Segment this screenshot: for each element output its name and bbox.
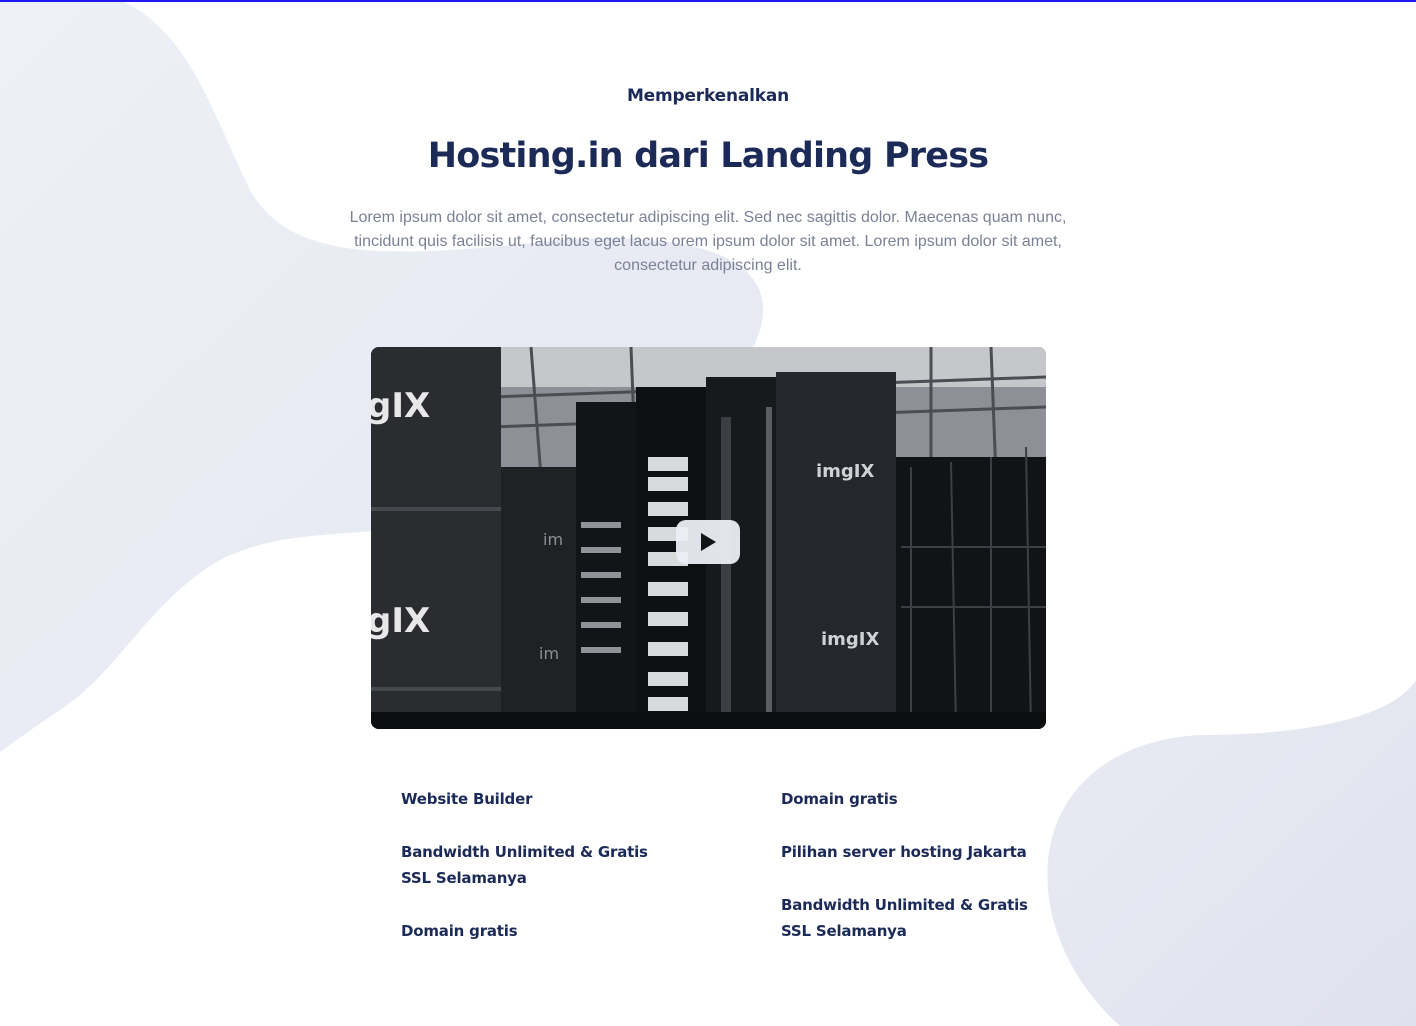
feature-item: Website Builder xyxy=(401,790,533,808)
feature-column-right: Domain gratis Pilihan server hosting Jak… xyxy=(781,786,1041,971)
play-button[interactable] xyxy=(676,520,740,564)
top-accent-line xyxy=(0,0,1416,2)
svg-text:im: im xyxy=(539,644,559,663)
svg-text:imgIX: imgIX xyxy=(816,461,875,482)
svg-text:imgIX: imgIX xyxy=(821,629,880,650)
feature-item: Domain gratis xyxy=(781,790,898,808)
play-icon xyxy=(701,533,716,551)
section-eyebrow: Memperkenalkan xyxy=(626,86,790,106)
intro-section: Memperkenalkan Hosting.in dari Landing P… xyxy=(0,0,1416,1026)
feature-item: Domain gratis xyxy=(401,922,518,940)
rack-brand-top: gIX xyxy=(371,386,430,426)
section-title: Hosting.in dari Landing Press xyxy=(427,136,989,176)
section-description: Lorem ipsum dolor sit amet, consectetur … xyxy=(349,209,1067,274)
feature-item: Pilihan server hosting Jakarta xyxy=(781,843,1027,861)
svg-text:im: im xyxy=(543,530,563,549)
rack-brand-bottom: gIX xyxy=(371,601,430,641)
video-player[interactable]: gIX gIX im im imgIX imgIX xyxy=(371,347,1046,729)
feature-item: Bandwidth Unlimited & Gratis SSL Selaman… xyxy=(781,896,1028,940)
feature-item: Bandwidth Unlimited & Gratis SSL Selaman… xyxy=(401,843,648,887)
feature-column-left: Website Builder Bandwidth Unlimited & Gr… xyxy=(401,786,661,971)
